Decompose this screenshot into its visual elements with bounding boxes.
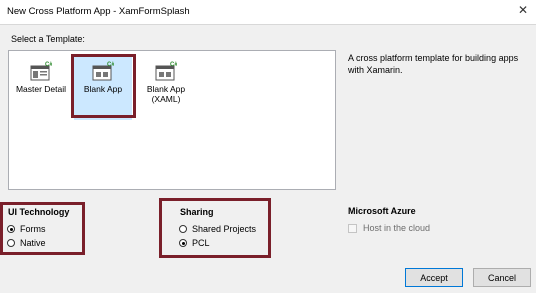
radio-label: PCL: [192, 238, 210, 248]
radio-button[interactable]: [179, 225, 187, 233]
radio-label: Native: [20, 238, 46, 248]
radio-shared-projects[interactable]: Shared Projects: [179, 224, 256, 234]
template-label: Master Detail: [15, 84, 67, 94]
template-master-detail[interactable]: C# Master Detail: [12, 56, 70, 120]
radio-button-checked[interactable]: [7, 225, 15, 233]
radio-pcl[interactable]: PCL: [179, 238, 210, 248]
template-blank-app-xaml[interactable]: C# Blank App (XAML): [137, 56, 195, 120]
window-title: New Cross Platform App - XamFormSplash: [7, 6, 190, 17]
radio-label: Forms: [20, 224, 46, 234]
radio-button-checked[interactable]: [179, 239, 187, 247]
blank-app-xaml-template-icon: C#: [155, 62, 177, 81]
azure-heading: Microsoft Azure: [348, 206, 416, 216]
radio-button[interactable]: [7, 239, 15, 247]
svg-text:C#: C#: [45, 62, 52, 68]
ui-technology-heading: UI Technology: [8, 207, 70, 217]
radio-label: Shared Projects: [192, 224, 257, 234]
select-template-label: Select a Template:: [11, 34, 85, 44]
close-icon[interactable]: ✕: [518, 3, 528, 17]
template-blank-app[interactable]: C# Blank App: [74, 56, 132, 120]
checkbox[interactable]: [348, 223, 357, 233]
template-label: Blank App: [83, 84, 123, 94]
checkbox-label: Host in the cloud: [363, 223, 431, 233]
radio-native[interactable]: Native: [7, 238, 46, 248]
template-list[interactable]: C# Master Detail C# Blank App C# Blank A…: [8, 50, 336, 190]
accept-button[interactable]: Accept: [405, 268, 463, 287]
svg-text:C#: C#: [107, 62, 114, 68]
host-in-cloud-checkbox[interactable]: Host in the cloud: [348, 223, 430, 233]
svg-text:C#: C#: [170, 62, 177, 68]
radio-forms[interactable]: Forms: [7, 224, 46, 234]
template-label: Blank App (XAML): [146, 84, 186, 104]
template-description: A cross platform template for building a…: [348, 53, 519, 75]
title-bar: New Cross Platform App - XamFormSplash ✕: [0, 0, 536, 25]
master-detail-template-icon: C#: [30, 62, 52, 81]
sharing-heading: Sharing: [180, 207, 214, 217]
blank-app-template-icon: C#: [92, 62, 114, 81]
cancel-button[interactable]: Cancel: [473, 268, 531, 287]
